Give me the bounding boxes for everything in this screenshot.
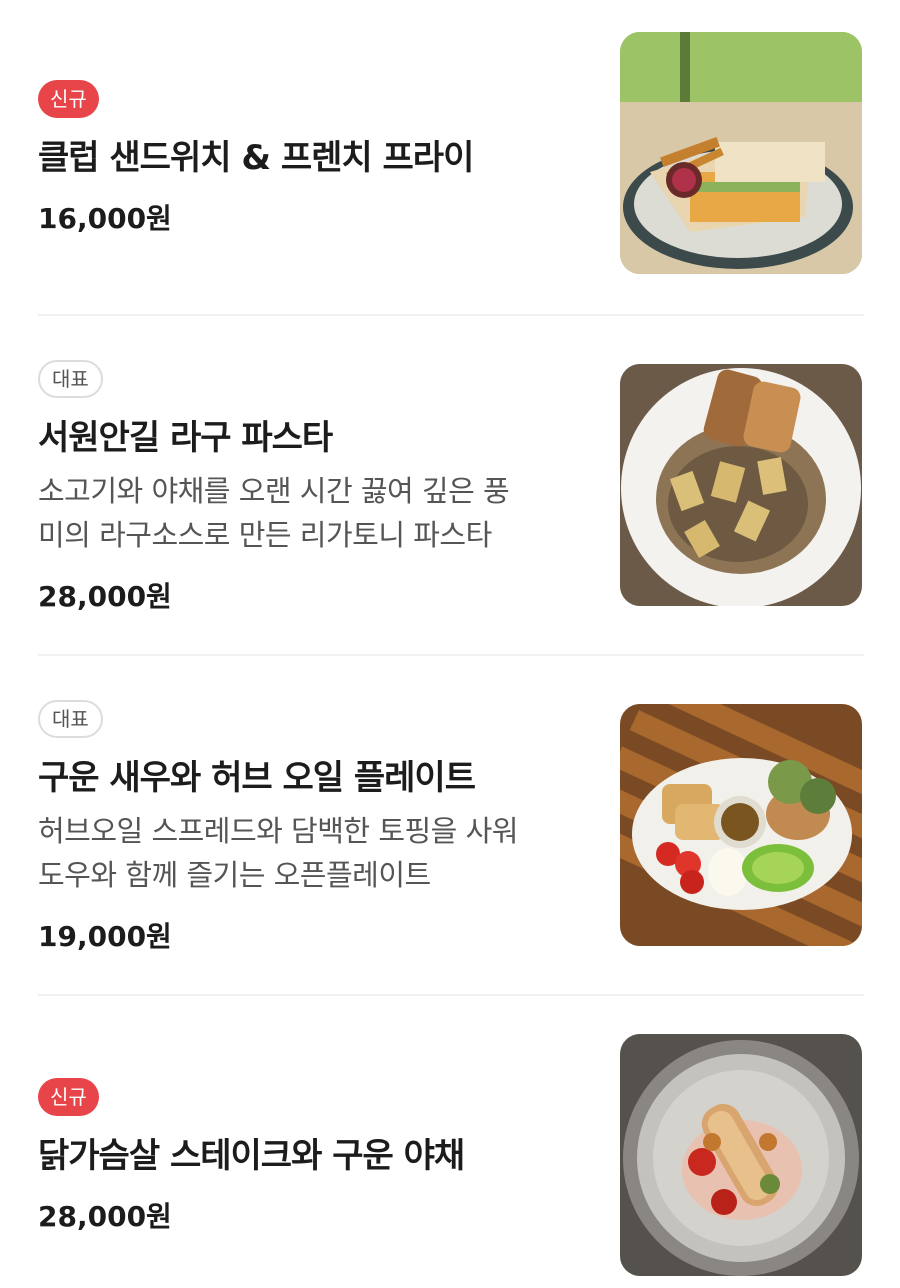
menu-item-photo-pasta[interactable] bbox=[620, 364, 862, 606]
description-line: 미의 라구소스로 만든 리가토니 파스타 bbox=[38, 518, 492, 552]
description-line: 도우와 함께 즐기는 오픈플레이트 bbox=[38, 858, 431, 892]
menu-list: 신규 클럽 샌드위치 & 프렌치 프라이 16,000원 대표 서원안길 라구 bbox=[0, 0, 900, 1288]
menu-item-text: 신규 클럽 샌드위치 & 프렌치 프라이 16,000원 bbox=[38, 80, 598, 237]
divider bbox=[38, 314, 864, 316]
menu-item-text: 대표 서원안길 라구 파스타 소고기와 야채를 오랜 시간 끓여 깊은 풍 미의… bbox=[38, 360, 598, 615]
menu-item-name: 닭가슴살 스테이크와 구운 야채 bbox=[38, 1136, 465, 1176]
new-badge: 신규 bbox=[38, 80, 99, 118]
menu-item-photo-shrimp[interactable] bbox=[620, 704, 862, 946]
divider bbox=[38, 654, 864, 656]
signature-badge: 대표 bbox=[38, 360, 103, 398]
menu-item-description: 소고기와 야채를 오랜 시간 끓여 깊은 풍 미의 라구소스로 만든 리가토니 … bbox=[38, 469, 598, 557]
menu-item-name: 서원안길 라구 파스타 bbox=[38, 418, 333, 458]
menu-item-text: 대표 구운 새우와 허브 오일 플레이트 허브오일 스프레드와 담백한 토핑을 … bbox=[38, 700, 598, 955]
menu-item-description: 허브오일 스프레드와 담백한 토핑을 사워 도우와 함께 즐기는 오픈플레이트 bbox=[38, 809, 598, 897]
description-line: 소고기와 야채를 오랜 시간 끓여 깊은 풍 bbox=[38, 474, 510, 508]
menu-item-price: 28,000원 bbox=[38, 1200, 172, 1233]
menu-item-price: 16,000원 bbox=[38, 202, 172, 235]
new-badge: 신규 bbox=[38, 1078, 99, 1116]
menu-item-photo-sandwich[interactable] bbox=[620, 32, 862, 274]
menu-item-price: 19,000원 bbox=[38, 920, 172, 953]
menu-item-price: 28,000원 bbox=[38, 580, 172, 613]
divider bbox=[38, 994, 864, 996]
description-line: 허브오일 스프레드와 담백한 토핑을 사워 bbox=[38, 814, 518, 848]
menu-item-name: 구운 새우와 허브 오일 플레이트 bbox=[38, 758, 476, 798]
menu-item-text: 신규 닭가슴살 스테이크와 구운 야채 28,000원 bbox=[38, 1078, 598, 1235]
menu-item-name: 클럽 샌드위치 & 프렌치 프라이 bbox=[38, 138, 474, 178]
signature-badge: 대표 bbox=[38, 700, 103, 738]
menu-item-photo-chicken[interactable] bbox=[620, 1034, 862, 1276]
